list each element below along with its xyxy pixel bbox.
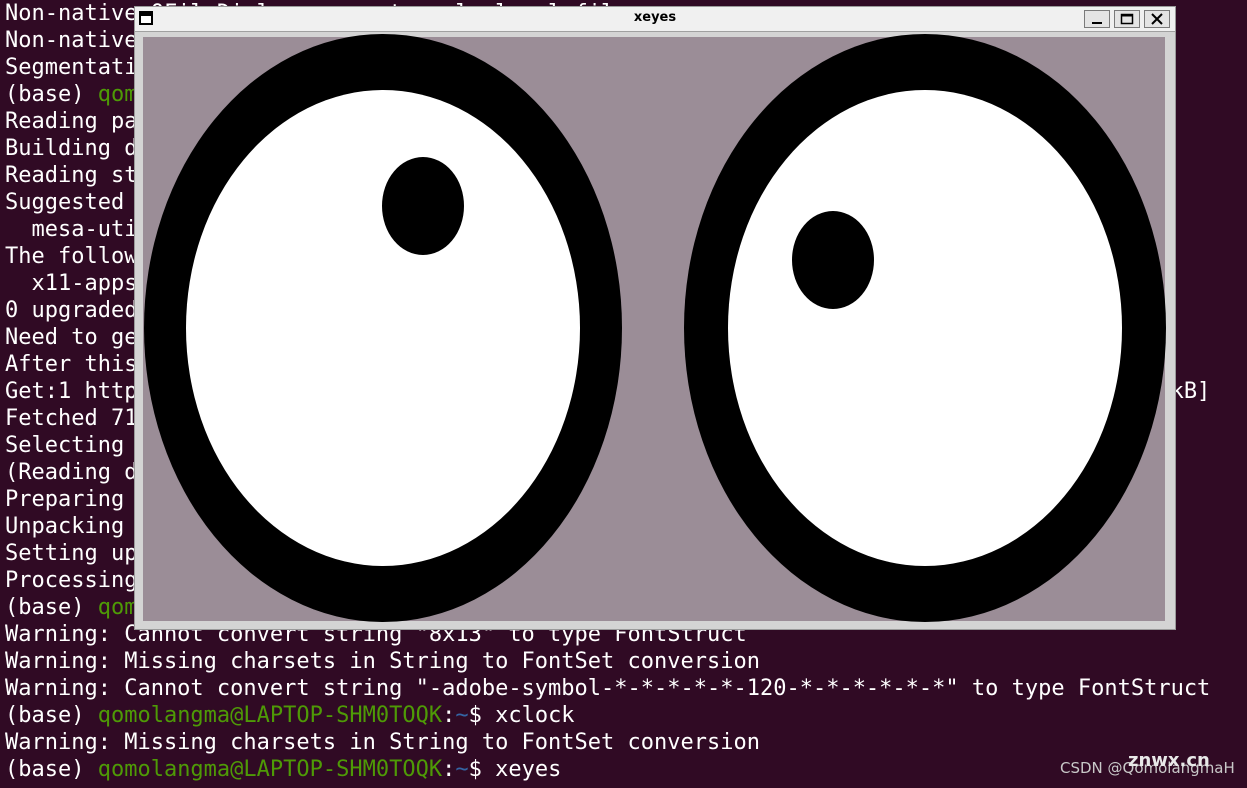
left-eye-white (186, 90, 580, 566)
xeyes-eyes (144, 34, 1166, 622)
left-pupil (382, 157, 464, 255)
right-eye-white (728, 90, 1122, 566)
site-watermark: znwx.cn (1128, 750, 1210, 771)
right-pupil (792, 211, 874, 309)
